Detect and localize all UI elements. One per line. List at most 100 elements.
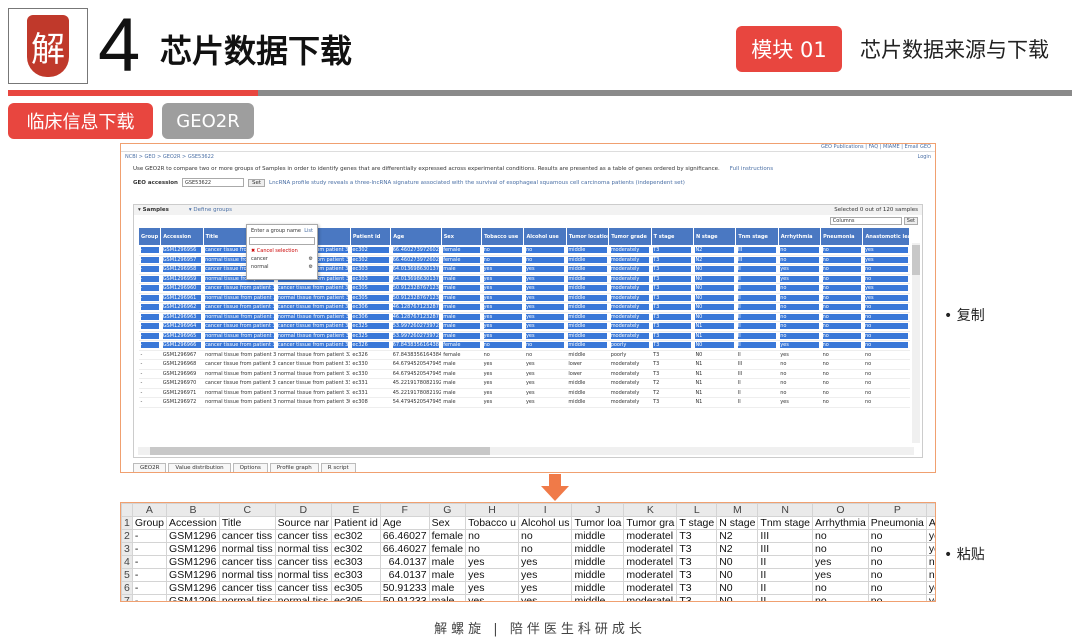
- sheet-cell[interactable]: -: [131, 594, 168, 601]
- sheet-cell[interactable]: T3: [676, 594, 718, 601]
- sheet-cell[interactable]: cancer tiss: [218, 529, 276, 543]
- column-header[interactable]: Tumor location: [565, 227, 610, 246]
- table-row[interactable]: -GSM1296962cancer tissue from patient 30…: [138, 302, 910, 313]
- sheet-cell[interactable]: 66.46027: [379, 529, 430, 543]
- sheet-cell[interactable]: yes: [465, 555, 519, 569]
- column-letter[interactable]: H: [465, 503, 519, 517]
- sheet-cell[interactable]: no: [812, 529, 869, 543]
- sheet-cell[interactable]: Sex: [428, 516, 467, 530]
- sheet-cell[interactable]: yes: [517, 581, 573, 595]
- bottom-tab[interactable]: Profile graph: [269, 463, 319, 472]
- sheet-cell[interactable]: Arrhythmia: [812, 516, 869, 530]
- sheet-cell[interactable]: ec303: [331, 555, 381, 569]
- column-letter[interactable]: M: [716, 503, 759, 517]
- sheet-cell[interactable]: moderatel: [623, 581, 678, 595]
- sheet-cell[interactable]: -: [131, 581, 168, 595]
- sheet-cell[interactable]: no: [925, 555, 935, 569]
- column-header[interactable]: Age: [390, 227, 442, 246]
- sheet-cell[interactable]: moderatel: [623, 529, 678, 543]
- sheet-cell[interactable]: normal tiss: [274, 542, 333, 556]
- table-row[interactable]: - GSM1296967 normal tissue from patient 32…: [138, 350, 910, 360]
- sheet-cell[interactable]: cancer tiss: [274, 529, 333, 543]
- column-letter[interactable]: J: [571, 503, 625, 517]
- sheet-cell[interactable]: Title: [218, 516, 276, 530]
- sheet-cell[interactable]: normal tiss: [274, 594, 333, 601]
- sheet-cell[interactable]: middle: [571, 581, 625, 595]
- accession-input[interactable]: GSE53622: [181, 178, 244, 187]
- table-row[interactable]: -GSM1296965normal tissue from patient 32…: [138, 331, 910, 341]
- row-number[interactable]: 7: [121, 594, 133, 601]
- sheet-cell[interactable]: no: [867, 555, 927, 569]
- sheet-cell[interactable]: male: [428, 581, 467, 595]
- list-link[interactable]: List: [304, 228, 313, 234]
- sheet-cell[interactable]: ec305: [331, 594, 381, 601]
- column-header[interactable]: Tumor grade: [608, 227, 652, 246]
- sheet-cell[interactable]: no: [812, 581, 869, 595]
- tab-clinical-download[interactable]: 临床信息下载: [8, 103, 153, 139]
- define-groups-link[interactable]: ▾ Define groups: [189, 207, 232, 213]
- table-row[interactable]: -GSM1296966cancer tissue from patient 32…: [138, 340, 910, 351]
- sheet-cell[interactable]: yes: [517, 568, 573, 582]
- sheet-cell[interactable]: ec302: [331, 542, 381, 556]
- sheet-cell[interactable]: N2: [716, 542, 759, 556]
- sheet-cell[interactable]: GSM1296: [166, 581, 220, 595]
- sheet-cell[interactable]: N0: [716, 568, 759, 582]
- sheet-cell[interactable]: Group: [131, 516, 168, 530]
- column-header[interactable]: Anastomotic leak: [862, 227, 910, 246]
- row-number[interactable]: 6: [121, 581, 133, 595]
- sheet-cell[interactable]: normal tiss: [218, 568, 276, 582]
- sheet-cell[interactable]: no: [867, 581, 927, 595]
- sheet-cell[interactable]: yes: [925, 594, 935, 601]
- set-button[interactable]: Set: [247, 178, 265, 187]
- sheet-cell[interactable]: yes: [465, 594, 519, 601]
- sheet-cell[interactable]: female: [428, 542, 467, 556]
- sheet-cell[interactable]: no: [517, 529, 573, 543]
- bottom-tab[interactable]: GEO2R: [133, 463, 167, 472]
- sheet-cell[interactable]: yes: [925, 581, 935, 595]
- table-row[interactable]: -GSM1296964cancer tissue from patient 32…: [138, 321, 910, 332]
- column-header[interactable]: Alcohol use: [523, 227, 567, 246]
- sheet-cell[interactable]: yes: [812, 568, 869, 582]
- sheet-cell[interactable]: cancer tiss: [218, 581, 276, 595]
- sheet-cell[interactable]: yes: [925, 529, 935, 543]
- column-letter[interactable]: L: [676, 503, 718, 517]
- sheet-cell[interactable]: II: [757, 594, 814, 601]
- row-number[interactable]: 5: [121, 568, 133, 582]
- sheet-cell[interactable]: N0: [716, 594, 759, 601]
- sheet-cell[interactable]: Anastomo: [925, 516, 935, 530]
- sheet-cell[interactable]: Accession: [166, 516, 220, 530]
- column-letter[interactable]: I: [517, 503, 573, 517]
- sheet-cell[interactable]: GSM1296: [166, 555, 220, 569]
- login-link[interactable]: Login: [918, 154, 932, 160]
- column-letter[interactable]: E: [331, 503, 381, 517]
- sheet-cell[interactable]: cancer tiss: [274, 581, 333, 595]
- sheet-cell[interactable]: normal tiss: [218, 542, 276, 556]
- sheet-cell[interactable]: no: [867, 542, 927, 556]
- columns-select[interactable]: Columns: [829, 217, 902, 225]
- table-row[interactable]: - GSM1296971 normal tissue from patient 33…: [138, 388, 910, 398]
- sheet-cell[interactable]: Tobacco u: [465, 516, 519, 530]
- column-header[interactable]: Patient id: [349, 227, 392, 246]
- sheet-cell[interactable]: Alcohol us: [517, 516, 573, 530]
- cancel-selection[interactable]: ✖ Cancel selection: [249, 247, 315, 255]
- sheet-cell[interactable]: no: [465, 542, 519, 556]
- corner-cell[interactable]: [121, 503, 133, 517]
- sheet-cell[interactable]: Tnm stage: [757, 516, 814, 530]
- column-letter[interactable]: G: [428, 503, 467, 517]
- sheet-cell[interactable]: ec305: [331, 581, 381, 595]
- scroll-thumb[interactable]: [912, 245, 920, 275]
- table-row[interactable]: - GSM1296968 cancer tissue from patient 33…: [138, 359, 910, 370]
- bottom-tab[interactable]: Options: [232, 463, 268, 472]
- sheet-cell[interactable]: moderatel: [623, 555, 678, 569]
- sheet-cell[interactable]: III: [757, 529, 814, 543]
- sheet-cell[interactable]: GSM1296: [166, 542, 220, 556]
- sheet-cell[interactable]: male: [428, 568, 467, 582]
- sheet-cell[interactable]: ec303: [331, 568, 381, 582]
- table-row[interactable]: - GSM1296970 cancer tissue from patient 33…: [138, 378, 910, 389]
- column-letter[interactable]: C: [218, 503, 276, 517]
- sheet-cell[interactable]: N0: [716, 581, 759, 595]
- row-number[interactable]: 4: [121, 555, 133, 569]
- sheet-cell[interactable]: 66.46027: [379, 542, 430, 556]
- sheet-cell[interactable]: 50.91233: [379, 594, 430, 601]
- column-header[interactable]: Sex: [440, 227, 483, 246]
